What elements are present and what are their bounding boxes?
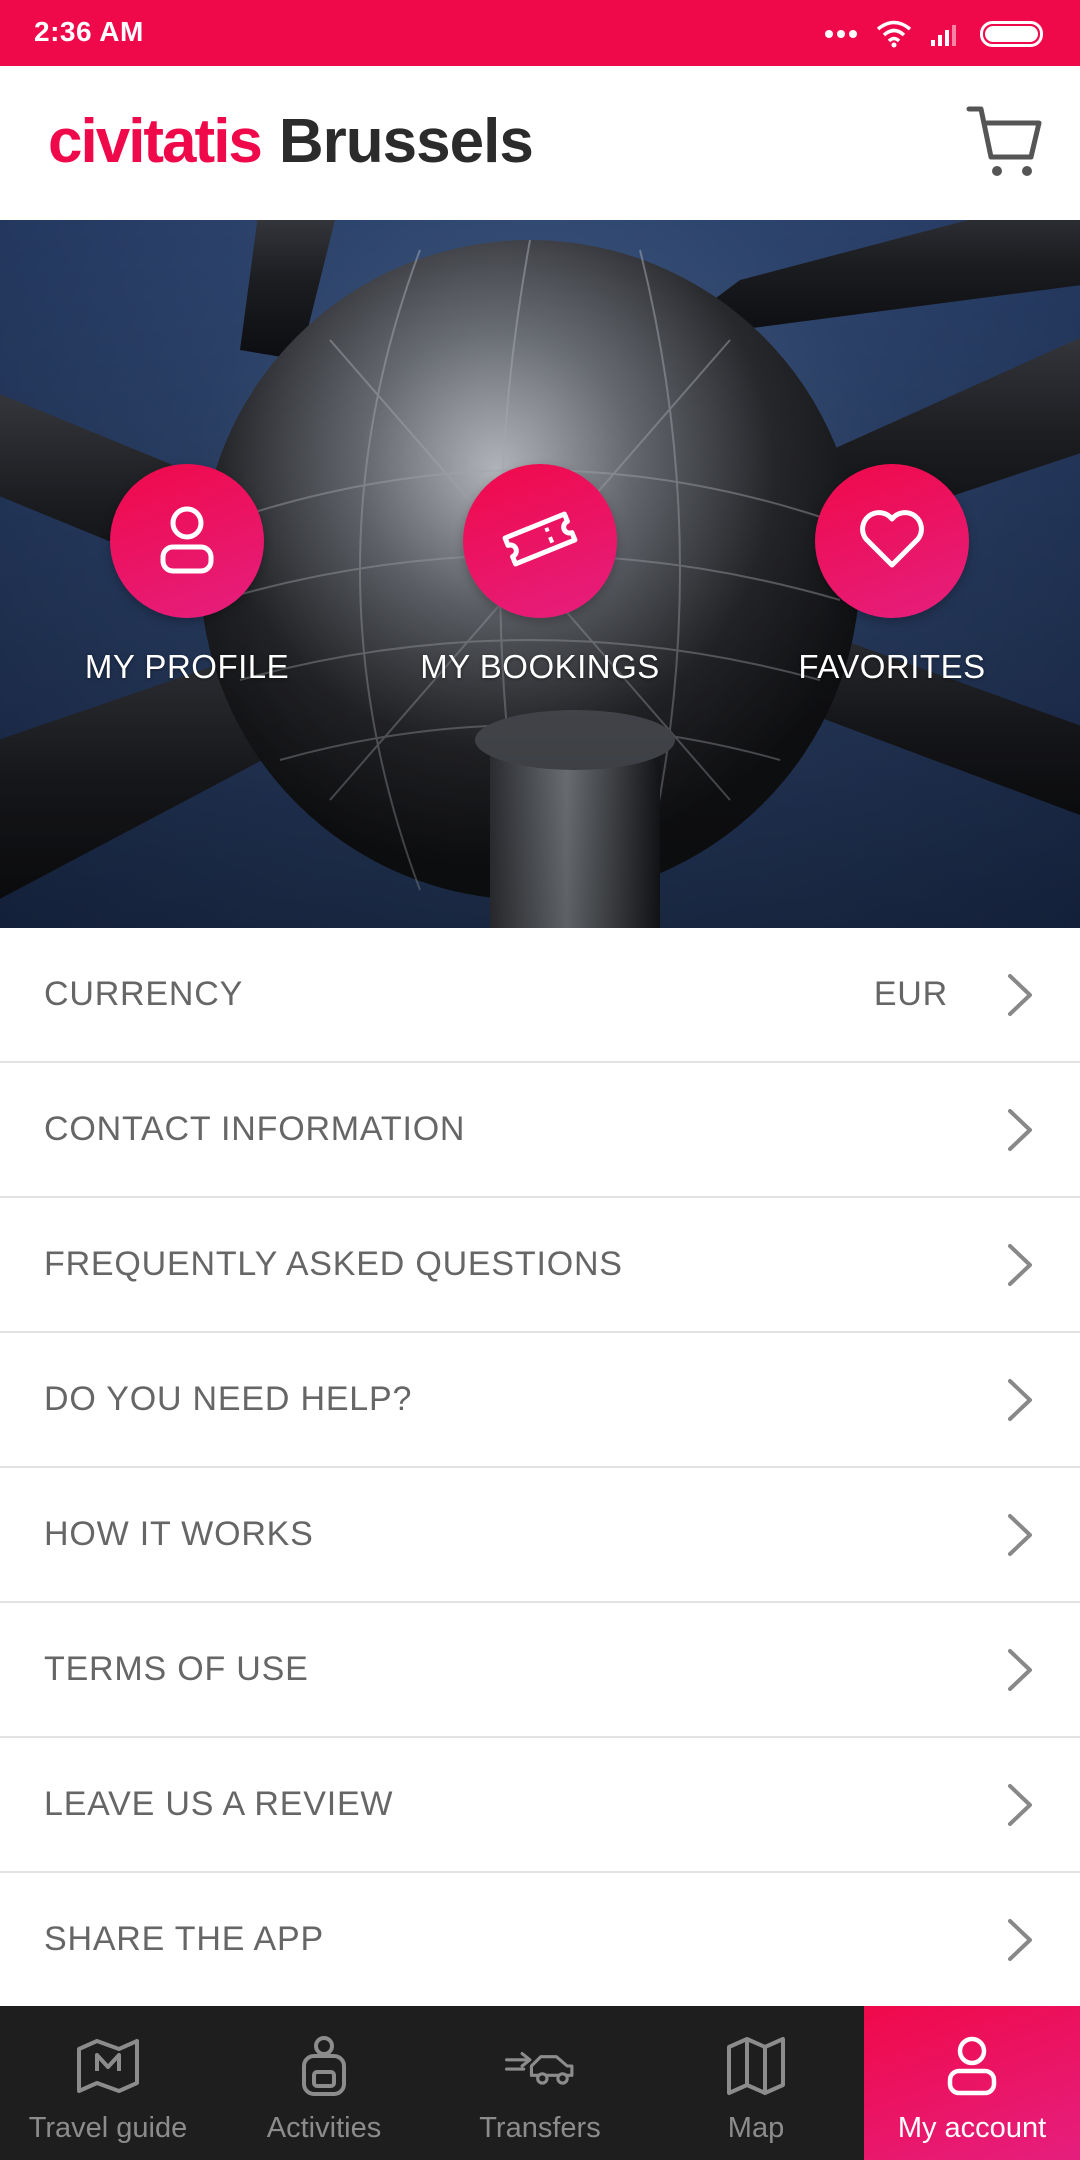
map-icon: [721, 2034, 791, 2098]
chevron-right-icon: [1008, 973, 1032, 1016]
menu-item-label: SHARE THE APP: [44, 1920, 324, 1958]
app-header: civitatis Brussels: [0, 66, 1080, 220]
car-icon: [505, 2034, 575, 2098]
cart-button[interactable]: [964, 102, 1046, 184]
chevron-right-icon: [1008, 1513, 1032, 1556]
chevron-right-icon: [1008, 1648, 1032, 1691]
my-bookings-button[interactable]: [463, 464, 617, 618]
heart-icon: [856, 507, 928, 576]
chevron-right-icon: [1008, 1108, 1032, 1151]
nav-label: Travel guide: [28, 2112, 188, 2144]
nav-activities[interactable]: Activities: [216, 2006, 432, 2160]
menu-item-terms-of-use[interactable]: TERMS OF USE: [0, 1603, 1080, 1738]
menu-item-label: HOW IT WORKS: [44, 1515, 314, 1553]
menu-item-currency[interactable]: CURRENCY EUR: [0, 928, 1080, 1063]
hero-actions: MY PROFILE MY BOOKINGS FAVORITES: [0, 464, 1080, 724]
chevron-right-icon: [1008, 1918, 1032, 1961]
city-name: Brussels: [278, 107, 534, 176]
hero-banner: MY PROFILE MY BOOKINGS FAVORITES: [0, 220, 1080, 928]
cart-icon: [965, 101, 1045, 186]
user-icon: [155, 503, 219, 580]
brand: civitatis Brussels: [48, 106, 534, 177]
nav-travel-guide[interactable]: Travel guide: [0, 2006, 216, 2160]
menu-item-label: CURRENCY: [44, 975, 244, 1013]
favorites-label: FAVORITES: [798, 648, 986, 685]
more-dots-icon: [824, 29, 858, 39]
my-profile-button[interactable]: [110, 464, 264, 618]
signal-icon: [930, 22, 962, 46]
nav-label: Transfers: [479, 2112, 601, 2144]
nav-label: Activities: [266, 2112, 382, 2144]
menu-item-label: FREQUENTLY ASKED QUESTIONS: [44, 1245, 623, 1283]
favorites-button[interactable]: [815, 464, 969, 618]
chevron-right-icon: [1008, 1783, 1032, 1826]
user-icon: [937, 2034, 1007, 2098]
currency-value: EUR: [873, 975, 948, 1013]
status-time: 2:36 AM: [34, 16, 144, 47]
nav-transfers[interactable]: Transfers: [432, 2006, 648, 2160]
my-profile-label: MY PROFILE: [84, 648, 290, 685]
ticket-icon: [500, 507, 580, 576]
status-icons: [824, 14, 1046, 54]
account-menu: CURRENCY EUR CONTACT INFORMATION FREQUEN…: [0, 928, 1080, 2008]
chevron-right-icon: [1008, 1243, 1032, 1286]
backpack-icon: [289, 2034, 359, 2098]
menu-item-faq[interactable]: FREQUENTLY ASKED QUESTIONS: [0, 1198, 1080, 1333]
map-pin-icon: [73, 2034, 143, 2098]
nav-my-account[interactable]: My account: [864, 2006, 1080, 2160]
menu-item-contact-information[interactable]: CONTACT INFORMATION: [0, 1063, 1080, 1198]
menu-item-need-help[interactable]: DO YOU NEED HELP?: [0, 1333, 1080, 1468]
my-profile-action[interactable]: MY PROFILE: [37, 464, 337, 686]
favorites-action[interactable]: FAVORITES: [742, 464, 1042, 686]
bottom-nav: Travel guide Activities Transfers Map My…: [0, 2006, 1080, 2160]
wifi-icon: [876, 20, 912, 48]
menu-item-label: TERMS OF USE: [44, 1650, 309, 1688]
nav-map[interactable]: Map: [648, 2006, 864, 2160]
my-bookings-action[interactable]: MY BOOKINGS: [390, 464, 690, 686]
battery-icon: [980, 21, 1046, 47]
nav-label: My account: [897, 2112, 1047, 2144]
menu-item-label: LEAVE US A REVIEW: [44, 1785, 394, 1823]
chevron-right-icon: [1008, 1378, 1032, 1421]
menu-item-label: CONTACT INFORMATION: [44, 1110, 466, 1148]
menu-item-leave-review[interactable]: LEAVE US A REVIEW: [0, 1738, 1080, 1873]
menu-item-share-app[interactable]: SHARE THE APP: [0, 1873, 1080, 2008]
menu-item-label: DO YOU NEED HELP?: [44, 1380, 413, 1418]
menu-item-how-it-works[interactable]: HOW IT WORKS: [0, 1468, 1080, 1603]
my-bookings-label: MY BOOKINGS: [420, 648, 660, 685]
status-bar: 2:36 AM: [0, 0, 1080, 66]
nav-label: Map: [727, 2112, 785, 2144]
civitatis-logo[interactable]: civitatis: [48, 106, 263, 177]
